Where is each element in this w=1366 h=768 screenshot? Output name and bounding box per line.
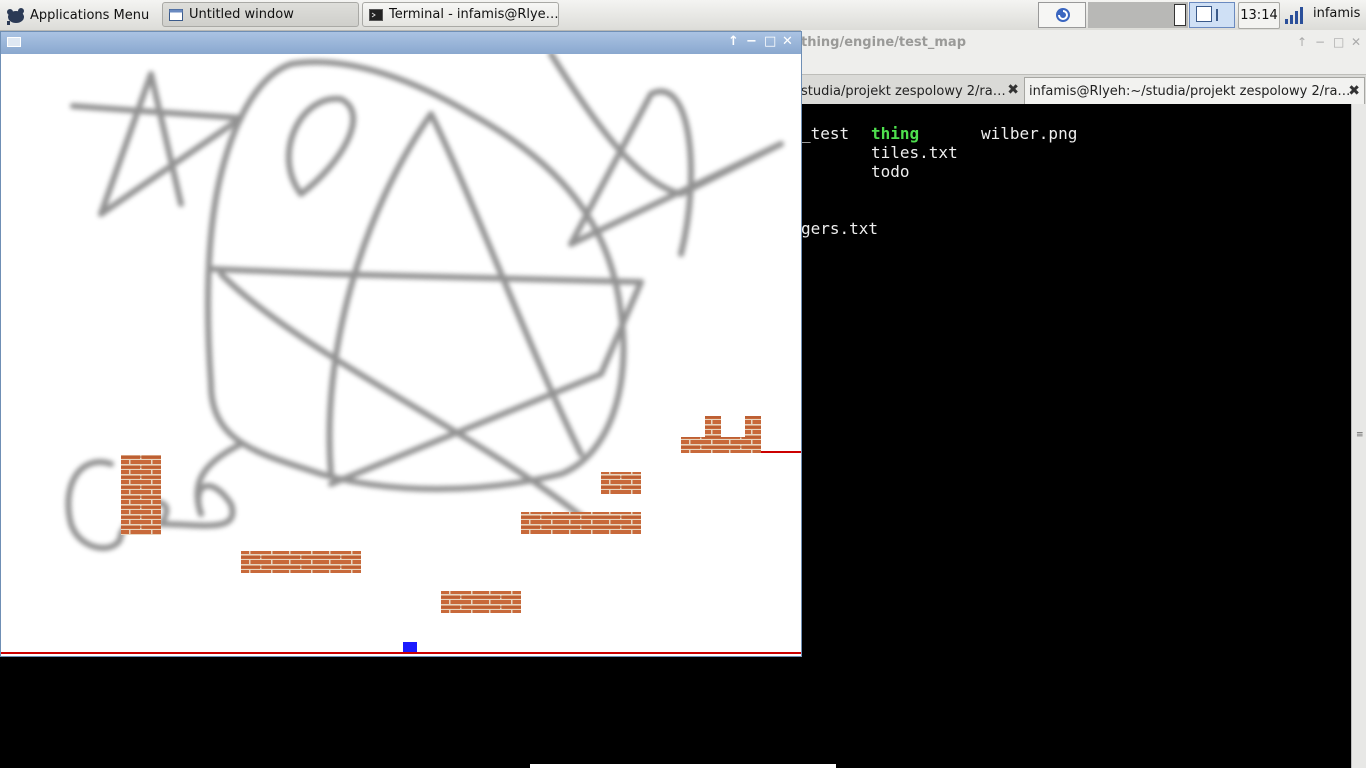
raise-icon[interactable]: ↑ xyxy=(728,34,739,49)
tab-close-icon[interactable]: ✖ xyxy=(1348,83,1360,99)
xfce-mouse-icon xyxy=(7,8,24,25)
terminal-titlebar[interactable]: thing/engine/test_map ↑ − □ ✕ xyxy=(801,30,1366,58)
workspace-2[interactable] xyxy=(1138,2,1188,28)
applications-menu-label: Applications Menu xyxy=(30,7,150,23)
minimize-icon[interactable]: − xyxy=(746,34,757,49)
brick-pillar xyxy=(705,416,721,438)
terminal-window-title: thing/engine/test_map xyxy=(801,35,966,50)
scribble-background xyxy=(65,54,784,551)
refresh-icon xyxy=(1056,8,1070,22)
terminal-text: todo xyxy=(871,162,910,181)
scrollbar-grip[interactable]: ≡ xyxy=(1356,430,1364,440)
workspace-window-thumb xyxy=(1196,6,1212,22)
terminal-scrollbar[interactable]: ≡ xyxy=(1351,104,1366,768)
untitled-window-titlebar[interactable]: ↑ − □ ✕ xyxy=(1,32,801,54)
window-menu-icon[interactable] xyxy=(7,37,21,47)
workspace-1[interactable] xyxy=(1088,2,1138,28)
terminal-tab-2[interactable]: infamis@Rlyeh:~/studia/projekt zespolowy… xyxy=(1024,77,1365,105)
maximize-icon[interactable]: □ xyxy=(764,34,776,49)
maximize-icon[interactable]: □ xyxy=(1333,35,1344,49)
brick-platform xyxy=(241,551,361,573)
brick-platform xyxy=(601,472,641,494)
user-name[interactable]: infamis xyxy=(1313,6,1360,21)
desktop-edge xyxy=(530,764,836,768)
terminal-menubar xyxy=(801,57,1366,74)
brick-platform xyxy=(681,437,761,453)
terminal-text: wilber.png xyxy=(981,124,1078,143)
tab-close-icon[interactable]: ✖ xyxy=(1007,82,1019,98)
top-panel: Applications Menu Untitled window Termin… xyxy=(0,0,1366,31)
taskbar-label: Untitled window xyxy=(189,7,294,22)
tab-label: studia/projekt zespolowy 2/ra… xyxy=(801,83,1006,99)
minimize-icon[interactable]: − xyxy=(1315,35,1325,49)
brick-pillar xyxy=(745,416,761,438)
untitled-window: ↑ − □ ✕ xyxy=(0,31,802,657)
workspace-3[interactable] xyxy=(1189,2,1235,28)
window-icon xyxy=(169,8,183,21)
brick-platforms xyxy=(121,416,761,613)
raise-icon[interactable]: ↑ xyxy=(1297,35,1307,49)
workspace-window-thumb xyxy=(1174,4,1186,26)
terminal-dir-entry: thing xyxy=(871,124,920,143)
close-icon[interactable]: ✕ xyxy=(782,34,793,49)
brick-column-left xyxy=(121,455,161,535)
taskbar-untitled-window[interactable]: Untitled window xyxy=(162,2,359,27)
clock[interactable]: 13:14 xyxy=(1238,2,1280,29)
player-sprite xyxy=(403,642,417,652)
tray-network-applet[interactable] xyxy=(1038,2,1086,28)
game-canvas[interactable] xyxy=(1,54,801,656)
network-signal-icon[interactable] xyxy=(1283,4,1305,26)
taskbar-label: Terminal - infamis@Rlye… xyxy=(389,7,559,22)
tab-label: infamis@Rlyeh:~/studia/projekt zespolowy… xyxy=(1029,84,1351,99)
taskbar-terminal[interactable]: Terminal - infamis@Rlye… xyxy=(362,2,559,27)
terminal-icon xyxy=(369,8,383,21)
close-icon[interactable]: ✕ xyxy=(1351,35,1361,49)
terminal-text: _test xyxy=(801,124,850,143)
brick-platform xyxy=(521,512,641,534)
terminal-text: gers.txt xyxy=(801,219,879,238)
brick-platform xyxy=(441,591,521,613)
applications-menu-button[interactable]: Applications Menu xyxy=(4,3,149,27)
terminal-output[interactable]: _test thing wilber.png tiles.txt todo ge… xyxy=(801,104,1351,768)
workspace-window-thumb xyxy=(1216,9,1218,21)
terminal-text: tiles.txt xyxy=(871,143,958,162)
terminal-tab-1[interactable]: studia/projekt zespolowy 2/ra… ✖ xyxy=(801,77,1023,105)
terminal-tabbar: studia/projekt zespolowy 2/ra… ✖ infamis… xyxy=(801,74,1366,105)
